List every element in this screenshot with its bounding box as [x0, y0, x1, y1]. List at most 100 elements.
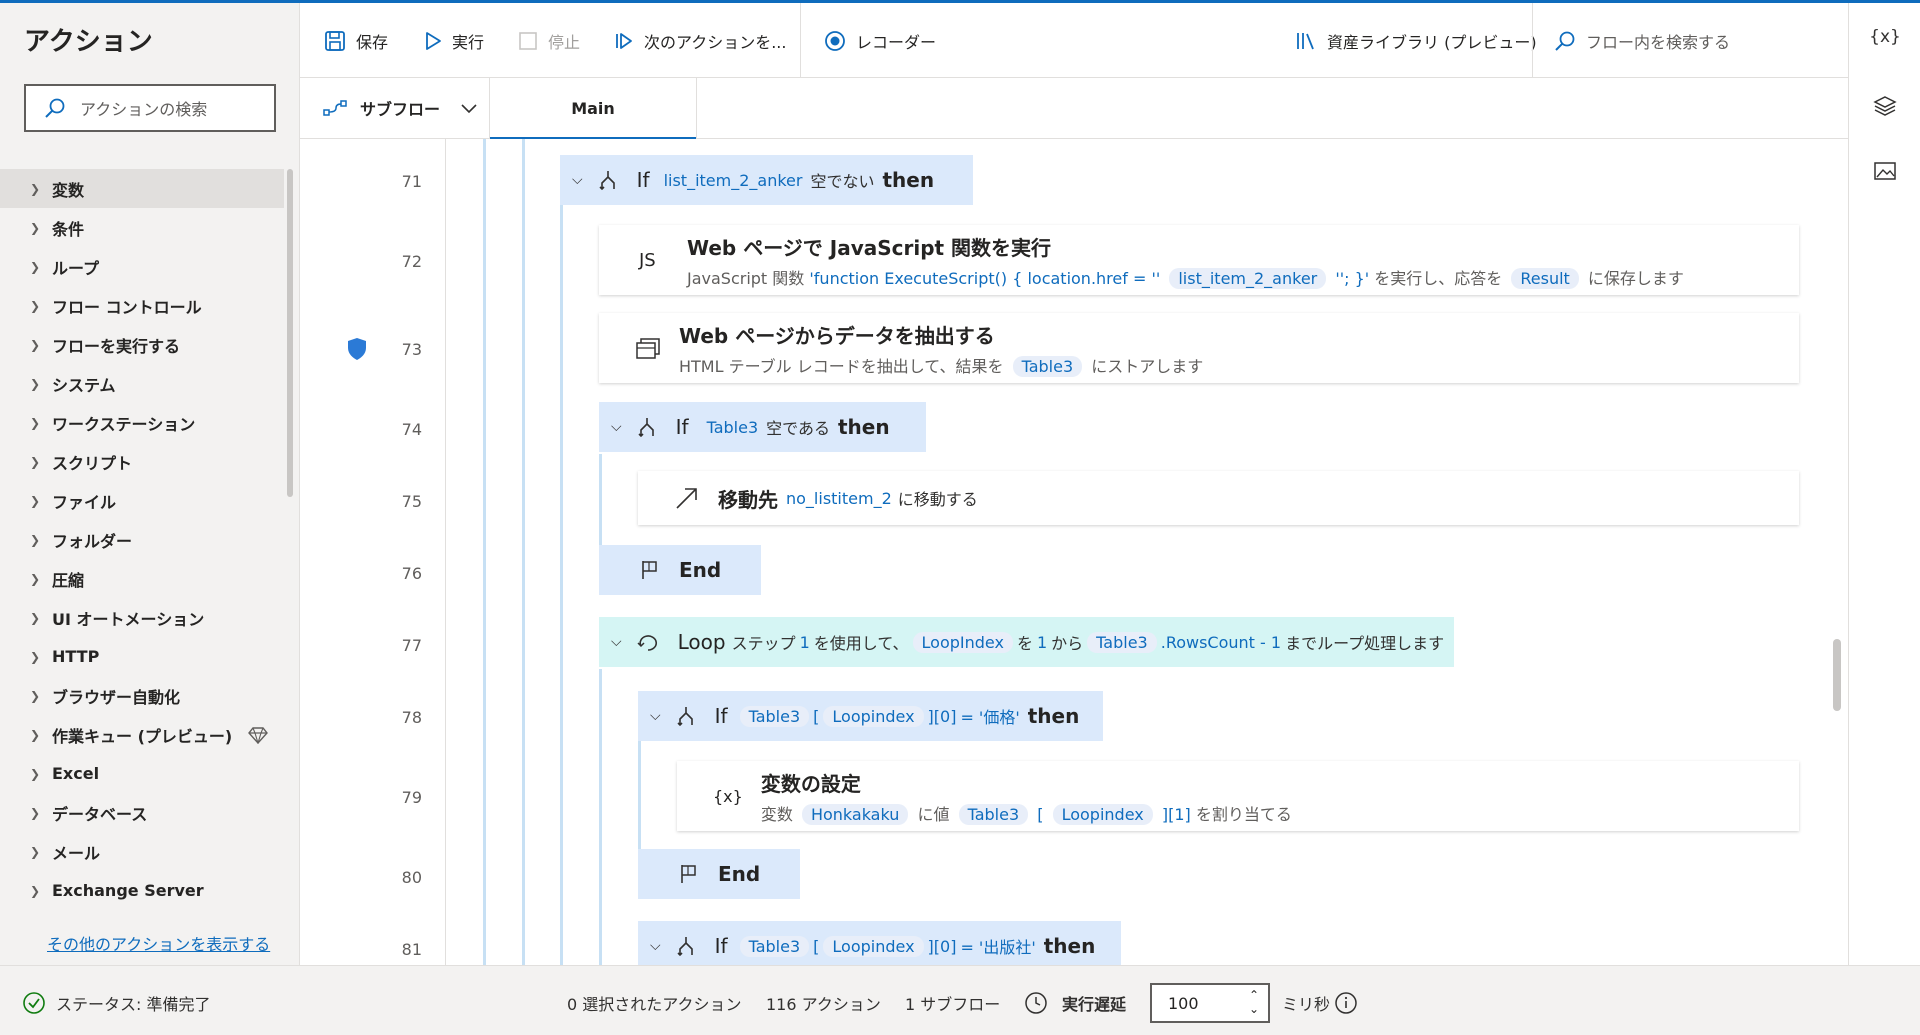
line-number: 78: [401, 708, 422, 727]
collapse-chevron-icon[interactable]: ⌵: [650, 708, 661, 724]
if-action-row[interactable]: ⌵ If Table3 空である then: [599, 402, 926, 452]
category-browser-automation[interactable]: ❯ ブラウザー自動化: [0, 676, 284, 715]
category-excel[interactable]: ❯ Excel: [0, 754, 284, 793]
power-automate-desktop-window: アクション アクションの検索 ❯ 変数 ❯ 条件 ❯ ループ ❯ フロー コントロール …: [0, 0, 1920, 1035]
action-search-input[interactable]: アクションの検索: [24, 84, 276, 132]
category-variables[interactable]: ❯ 変数: [0, 169, 284, 208]
category-http[interactable]: ❯ HTTP: [0, 637, 284, 676]
if-action-row[interactable]: ⌵ If list_item_2_anker 空でない then: [560, 155, 973, 205]
end-action-row[interactable]: End: [638, 849, 800, 899]
loop-action-row[interactable]: ⌵ Loop ステップ 1 を使用して、 LoopIndex を 1 から Ta…: [599, 617, 1454, 667]
category-loops[interactable]: ❯ ループ: [0, 247, 284, 286]
nesting-guide: [483, 139, 486, 965]
chevron-right-icon: ❯: [30, 259, 41, 274]
images-button[interactable]: [1849, 161, 1920, 186]
category-folder[interactable]: ❯ フォルダー: [0, 520, 284, 559]
variable-token[interactable]: Loopindex: [1052, 803, 1153, 825]
flow-search-input[interactable]: フロー内を検索する: [1554, 3, 1730, 78]
category-work-queues[interactable]: ❯ 作業キュー (プレビュー): [0, 715, 284, 754]
variable-token[interactable]: Loopindex: [823, 705, 924, 727]
subflows-dropdown[interactable]: サブフロー: [322, 78, 478, 138]
tab-main[interactable]: Main: [489, 78, 697, 140]
line-number: 76: [401, 564, 422, 583]
variable-token[interactable]: Table3: [958, 803, 1029, 825]
image-icon: [1874, 162, 1896, 180]
category-run-flow[interactable]: ❯ フローを実行する: [0, 325, 284, 364]
action-title: 移動先: [718, 487, 778, 512]
flag-icon: [678, 863, 700, 885]
chevron-right-icon: ❯: [30, 766, 41, 781]
chevron-down-icon[interactable]: ⌄: [1246, 1002, 1262, 1016]
set-variable-action[interactable]: {x} 変数の設定 変数 Honkakaku に値 Table3 [ Loopi…: [677, 761, 1799, 831]
category-scripting[interactable]: ❯ スクリプト: [0, 442, 284, 481]
canvas-scrollbar-thumb[interactable]: [1833, 639, 1841, 711]
if-action-row[interactable]: ⌵ If Table3 [ Loopindex ][0] = '価格' then: [638, 691, 1103, 741]
extract-web-data-action[interactable]: Web ページからデータを抽出する HTML テーブル レコードを抽出して、結果…: [599, 313, 1799, 383]
chevron-right-icon: ❯: [30, 610, 41, 625]
collapse-chevron-icon[interactable]: ⌵: [611, 419, 622, 435]
actions-pane-scrollbar[interactable]: [287, 169, 293, 497]
variable-token[interactable]: Result: [1511, 267, 1579, 289]
javascript-icon: JS: [639, 249, 656, 271]
chevron-right-icon: ❯: [30, 376, 41, 391]
action-description: 変数 Honkakaku に値 Table3 [ Loopindex ][1] …: [760, 803, 1292, 825]
variable-token[interactable]: Table3: [739, 935, 810, 957]
category-system[interactable]: ❯ システム: [0, 364, 284, 403]
variable-token[interactable]: Table3: [1012, 355, 1083, 377]
breakpoint-shield-icon[interactable]: [346, 337, 368, 361]
goto-action[interactable]: 移動先 no_listitem_2 に移動する: [638, 471, 1799, 525]
chevron-right-icon: ❯: [30, 493, 41, 508]
variable-token[interactable]: list_item_2_anker: [1169, 267, 1327, 289]
asset-library-button[interactable]: 資産ライブラリ (プレビュー): [1295, 3, 1537, 78]
save-button[interactable]: 保存: [324, 3, 388, 78]
stop-icon: [519, 31, 537, 50]
chevron-right-icon: ❯: [30, 181, 41, 196]
line-number: 81: [401, 940, 422, 959]
web-extract-icon: [635, 336, 661, 360]
category-flow-control[interactable]: ❯ フロー コントロール: [0, 286, 284, 325]
spin-buttons[interactable]: ⌃ ⌄: [1246, 988, 1262, 1018]
variable-token[interactable]: Loopindex: [823, 935, 924, 957]
category-database[interactable]: ❯ データベース: [0, 793, 284, 832]
run-button[interactable]: 実行: [424, 3, 484, 78]
collapse-chevron-icon[interactable]: ⌵: [650, 938, 661, 954]
chevron-up-icon[interactable]: ⌃: [1246, 988, 1262, 1002]
toolbar-separator: [1532, 3, 1533, 78]
ui-elements-button[interactable]: [1849, 95, 1920, 122]
category-file[interactable]: ❯ ファイル: [0, 481, 284, 520]
category-compression[interactable]: ❯ 圧縮: [0, 559, 284, 598]
category-email[interactable]: ❯ メール: [0, 832, 284, 871]
action-description: JavaScript 関数 'function ExecuteScript() …: [687, 267, 1684, 289]
category-workstation[interactable]: ❯ ワークステーション: [0, 403, 284, 442]
if-action-row[interactable]: ⌵ If Table3 [ Loopindex ][0] = '出版社' the…: [638, 921, 1121, 965]
end-action-row[interactable]: End: [599, 545, 761, 595]
variable-token[interactable]: LoopIndex: [912, 631, 1013, 653]
collapse-chevron-icon[interactable]: ⌵: [572, 172, 583, 188]
category-conditions[interactable]: ❯ 条件: [0, 208, 284, 247]
run-javascript-action[interactable]: JS Web ページで JavaScript 関数を実行 JavaScript …: [599, 225, 1799, 295]
category-ui-automation[interactable]: ❯ UI オートメーション: [0, 598, 284, 637]
variable-token[interactable]: Honkakaku: [801, 803, 909, 825]
variable-icon: {x}: [713, 786, 743, 806]
recorder-button[interactable]: レコーダー: [824, 3, 936, 78]
run-delay-input[interactable]: 100 ⌃ ⌄: [1150, 983, 1270, 1023]
action-title: Web ページからデータを抽出する: [679, 323, 995, 348]
play-icon: [426, 31, 441, 50]
flow-designer-canvas: 71 72 73 74 75 76 77 78 79 80 81 ⌵ If li…: [300, 139, 1848, 965]
collapse-chevron-icon[interactable]: ⌵: [611, 634, 622, 650]
action-search-placeholder: アクションの検索: [80, 100, 208, 119]
stop-button[interactable]: 停止: [518, 3, 580, 78]
info-icon[interactable]: [1334, 966, 1358, 1035]
run-delay-unit: ミリ秒: [1282, 994, 1331, 1014]
clock-icon: [1025, 991, 1047, 1014]
nesting-guide: [599, 454, 602, 554]
variable-token[interactable]: Table3: [1087, 631, 1157, 653]
variable-token[interactable]: Table3: [739, 705, 810, 727]
line-number: 75: [401, 492, 422, 511]
actions-pane: アクション アクションの検索 ❯ 変数 ❯ 条件 ❯ ループ ❯ フロー コントロール …: [0, 3, 300, 965]
variables-pane-button[interactable]: {x}: [1849, 27, 1920, 47]
show-more-actions-link[interactable]: その他のアクションを表示する: [47, 931, 270, 955]
line-number: 71: [401, 172, 422, 191]
category-exchange-server[interactable]: ❯ Exchange Server: [0, 871, 284, 910]
run-next-action-button[interactable]: 次のアクションを...: [614, 3, 786, 78]
